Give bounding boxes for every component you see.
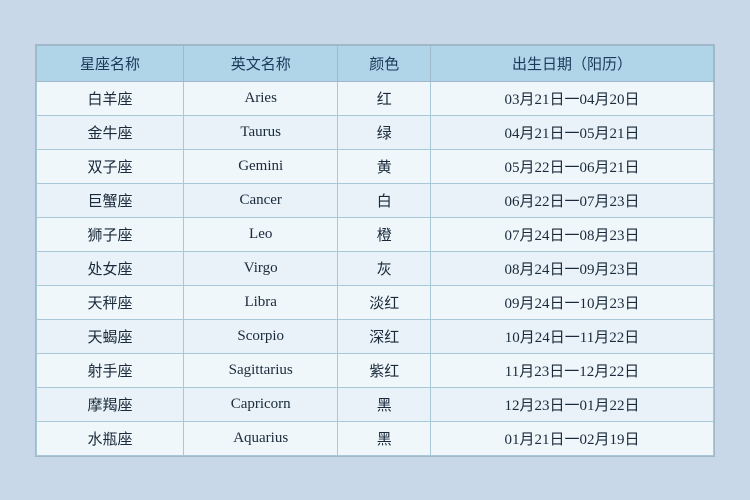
table-row: 白羊座Aries红03月21日一04月20日: [37, 81, 714, 115]
cell-chinese-name: 双子座: [37, 149, 184, 183]
cell-english-name: Aries: [183, 81, 337, 115]
cell-english-name: Virgo: [183, 251, 337, 285]
cell-english-name: Taurus: [183, 115, 337, 149]
table-row: 双子座Gemini黄05月22日一06月21日: [37, 149, 714, 183]
cell-color: 黄: [338, 149, 431, 183]
table-row: 金牛座Taurus绿04月21日一05月21日: [37, 115, 714, 149]
cell-chinese-name: 巨蟹座: [37, 183, 184, 217]
cell-dates: 08月24日一09月23日: [430, 251, 713, 285]
cell-english-name: Aquarius: [183, 421, 337, 455]
cell-dates: 11月23日一12月22日: [430, 353, 713, 387]
cell-chinese-name: 金牛座: [37, 115, 184, 149]
table-body: 白羊座Aries红03月21日一04月20日金牛座Taurus绿04月21日一0…: [37, 81, 714, 455]
cell-english-name: Sagittarius: [183, 353, 337, 387]
cell-color: 红: [338, 81, 431, 115]
cell-dates: 01月21日一02月19日: [430, 421, 713, 455]
cell-english-name: Libra: [183, 285, 337, 319]
cell-chinese-name: 摩羯座: [37, 387, 184, 421]
cell-chinese-name: 水瓶座: [37, 421, 184, 455]
cell-color: 绿: [338, 115, 431, 149]
table-row: 水瓶座Aquarius黑01月21日一02月19日: [37, 421, 714, 455]
cell-chinese-name: 狮子座: [37, 217, 184, 251]
cell-color: 灰: [338, 251, 431, 285]
header-english-name: 英文名称: [183, 45, 337, 81]
cell-english-name: Cancer: [183, 183, 337, 217]
cell-color: 深红: [338, 319, 431, 353]
cell-color: 黑: [338, 421, 431, 455]
cell-dates: 07月24日一08月23日: [430, 217, 713, 251]
cell-chinese-name: 白羊座: [37, 81, 184, 115]
table-row: 狮子座Leo橙07月24日一08月23日: [37, 217, 714, 251]
cell-dates: 03月21日一04月20日: [430, 81, 713, 115]
cell-color: 紫红: [338, 353, 431, 387]
cell-chinese-name: 射手座: [37, 353, 184, 387]
cell-dates: 12月23日一01月22日: [430, 387, 713, 421]
cell-english-name: Scorpio: [183, 319, 337, 353]
cell-chinese-name: 处女座: [37, 251, 184, 285]
cell-color: 淡红: [338, 285, 431, 319]
cell-dates: 05月22日一06月21日: [430, 149, 713, 183]
cell-dates: 09月24日一10月23日: [430, 285, 713, 319]
cell-chinese-name: 天秤座: [37, 285, 184, 319]
cell-dates: 10月24日一11月22日: [430, 319, 713, 353]
header-dates: 出生日期（阳历）: [430, 45, 713, 81]
cell-color: 黑: [338, 387, 431, 421]
cell-color: 橙: [338, 217, 431, 251]
table-row: 摩羯座Capricorn黑12月23日一01月22日: [37, 387, 714, 421]
header-color: 颜色: [338, 45, 431, 81]
table-row: 处女座Virgo灰08月24日一09月23日: [37, 251, 714, 285]
table-row: 天秤座Libra淡红09月24日一10月23日: [37, 285, 714, 319]
cell-english-name: Capricorn: [183, 387, 337, 421]
table-header-row: 星座名称 英文名称 颜色 出生日期（阳历）: [37, 45, 714, 81]
header-chinese-name: 星座名称: [37, 45, 184, 81]
zodiac-table: 星座名称 英文名称 颜色 出生日期（阳历） 白羊座Aries红03月21日一04…: [36, 45, 714, 456]
cell-dates: 06月22日一07月23日: [430, 183, 713, 217]
cell-english-name: Leo: [183, 217, 337, 251]
table-row: 射手座Sagittarius紫红11月23日一12月22日: [37, 353, 714, 387]
cell-dates: 04月21日一05月21日: [430, 115, 713, 149]
table-row: 天蝎座Scorpio深红10月24日一11月22日: [37, 319, 714, 353]
cell-chinese-name: 天蝎座: [37, 319, 184, 353]
cell-color: 白: [338, 183, 431, 217]
zodiac-table-container: 星座名称 英文名称 颜色 出生日期（阳历） 白羊座Aries红03月21日一04…: [35, 44, 715, 457]
cell-english-name: Gemini: [183, 149, 337, 183]
table-row: 巨蟹座Cancer白06月22日一07月23日: [37, 183, 714, 217]
